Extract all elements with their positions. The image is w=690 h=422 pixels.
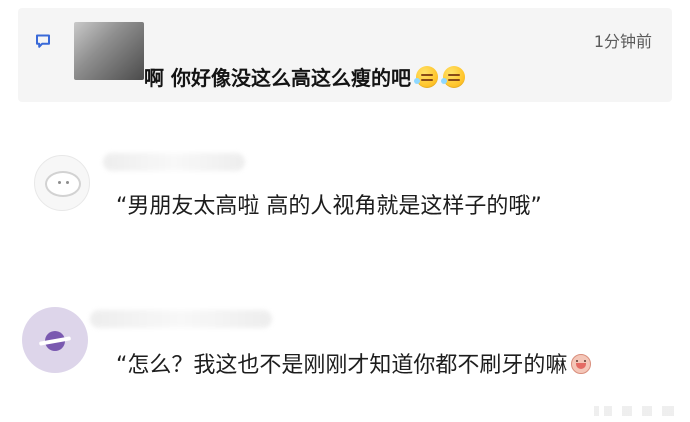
- thumbnail-image[interactable]: [74, 22, 144, 80]
- planet-avatar-icon[interactable]: [22, 307, 88, 373]
- baby-emoji-icon: [571, 354, 592, 374]
- sheep-face-icon: [45, 171, 81, 197]
- comment-item[interactable]: “男朋友太高啦 高的人视角就是这样子的哦”: [0, 145, 690, 253]
- notification-message: 啊 你好像没这么高这么瘦的吧: [144, 62, 465, 91]
- blurred-username: [103, 153, 245, 171]
- comment-text: “男朋友太高啦 高的人视角就是这样子的哦”: [116, 194, 542, 219]
- comment-text-with-emoji: “怎么？我这也不是刚刚才知道你都不刷牙的嘛: [116, 346, 656, 386]
- sheep-avatar-icon[interactable]: [34, 155, 90, 211]
- notification-message-text: 啊 你好像没这么高这么瘦的吧: [144, 66, 411, 90]
- planet-icon: [45, 331, 65, 351]
- comment-text: “怎么？我这也不是刚刚才知道你都不刷牙的嘛: [116, 353, 568, 378]
- comment-icon: [36, 34, 50, 48]
- notification-comment-screen: 1分钟前 啊 你好像没这么高这么瘦的吧 “男朋友太高啦 高的人视角就是这样子的哦…: [0, 0, 690, 422]
- laughing-tear-emoji-icon: [440, 65, 465, 88]
- notification-card[interactable]: 1分钟前 啊 你好像没这么高这么瘦的吧: [18, 8, 672, 102]
- laughing-tear-emoji-icon: [413, 65, 438, 88]
- blurred-username: [90, 310, 272, 328]
- watermark-mark: [586, 406, 678, 416]
- comment-item[interactable]: “怎么？我这也不是刚刚才知道你都不刷牙的嘛: [0, 302, 690, 422]
- notification-timestamp: 1分钟前: [593, 32, 652, 51]
